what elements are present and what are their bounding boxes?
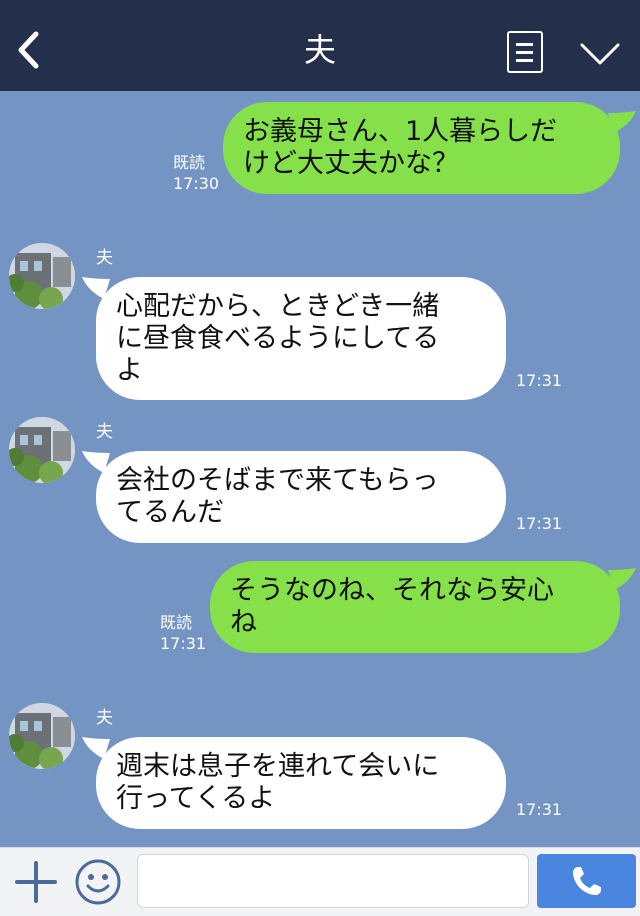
- message-bubble[interactable]: 週末は息子を連れて会いに 行ってくるよ: [96, 737, 506, 829]
- sender-name: 夫: [96, 708, 113, 728]
- message-bubble[interactable]: 会社のそばまで来てもらっ てるんだ: [96, 451, 506, 543]
- read-receipt: 既読 17:31: [160, 613, 207, 653]
- chat-header: 夫: [0, 0, 640, 91]
- phone-icon: [573, 867, 601, 895]
- call-button[interactable]: [537, 854, 636, 908]
- message-text: お義母さん、1人暮らしだ けど大丈夫かな？: [243, 116, 558, 179]
- message-text: 心配だから、ときどき一緒 に昼食食べるようにしてる よ: [116, 291, 440, 386]
- message-text: 週末は息子を連れて会いに 行ってくるよ: [116, 751, 440, 814]
- avatar[interactable]: [9, 417, 75, 483]
- sender-name: 夫: [96, 422, 113, 442]
- message-time: 17:31: [516, 371, 563, 390]
- avatar[interactable]: [9, 703, 75, 769]
- message-bubble[interactable]: 心配だから、ときどき一緒 に昼食食べるようにしてる よ: [96, 277, 506, 400]
- sender-name: 夫: [96, 248, 113, 268]
- chat-area[interactable]: 既読 17:30 お義母さん、1人暮らしだ けど大丈夫かな？ 夫 心配だから、と…: [0, 91, 640, 847]
- message-bubble[interactable]: そうなのね、それなら安心 ね: [210, 561, 620, 653]
- message-bubble[interactable]: お義母さん、1人暮らしだ けど大丈夫かな？: [223, 102, 620, 194]
- message-time: 17:31: [516, 800, 563, 819]
- message-text: 会社のそばまで来てもらっ てるんだ: [116, 465, 439, 528]
- read-receipt: 既読 17:30: [173, 153, 220, 193]
- message-text: そうなのね、それなら安心 ね: [230, 575, 554, 638]
- message-input-bar: [0, 847, 640, 916]
- chat-title: 夫: [303, 31, 336, 69]
- message-time: 17:31: [516, 514, 563, 533]
- message-time: 17:30: [173, 174, 220, 193]
- menu-icon[interactable]: [507, 31, 543, 73]
- avatar[interactable]: [9, 243, 75, 309]
- message-time: 17:31: [160, 634, 207, 653]
- chevron-down-icon[interactable]: [578, 40, 622, 68]
- emoji-icon[interactable]: [74, 858, 122, 906]
- message-input[interactable]: [137, 854, 529, 908]
- plus-icon[interactable]: [14, 860, 58, 904]
